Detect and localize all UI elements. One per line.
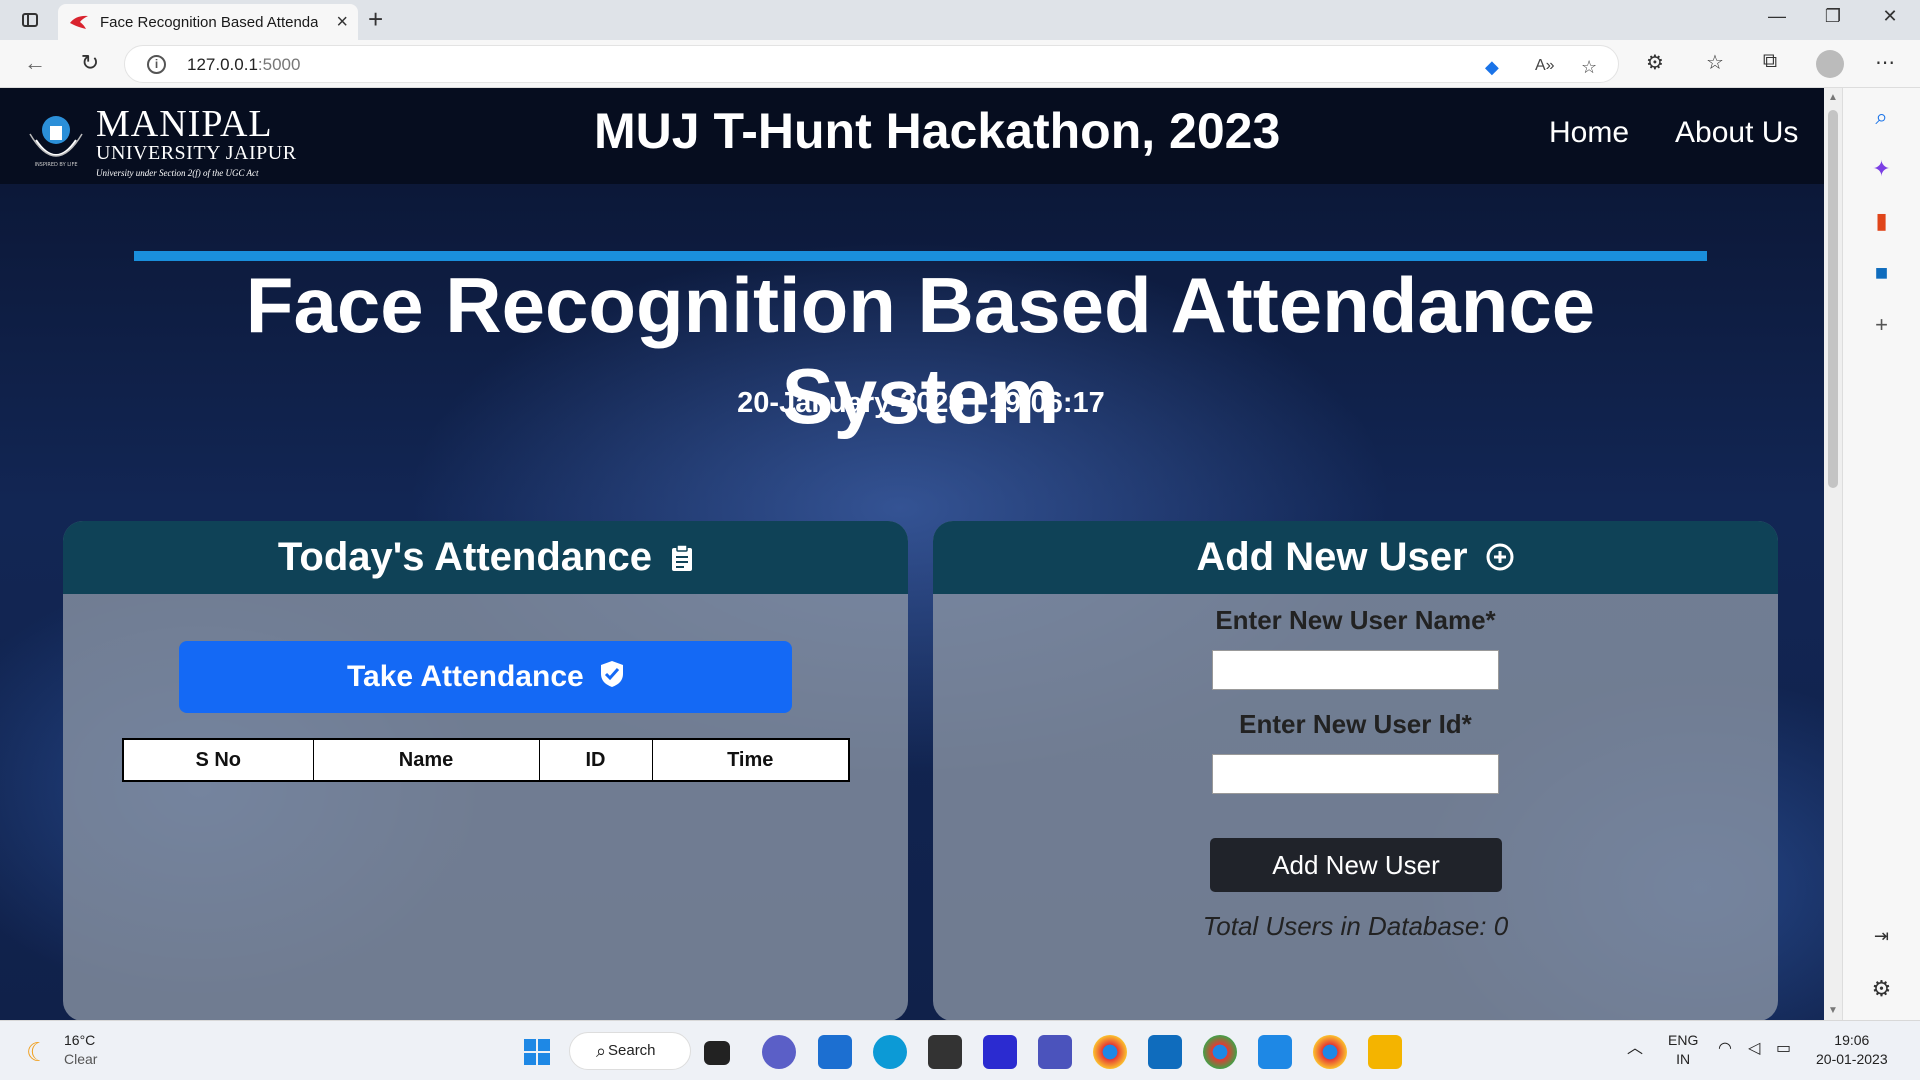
user-id-label: Enter New User Id* [1239,709,1472,739]
search-icon: ⌕ [596,1041,607,1061]
office-icon[interactable]: ▮ [1843,208,1920,234]
outlook-app-icon[interactable] [1148,1035,1182,1069]
new-tab-icon[interactable]: + [368,6,383,32]
collections-icon[interactable]: ⧉ [1755,50,1785,73]
total-users-text: Total Users in Database: 0 [1202,911,1509,941]
chat-icon[interactable] [762,1035,796,1069]
user-name-input[interactable] [1212,650,1499,690]
tab-actions-icon[interactable] [16,8,44,32]
tray-overflow-icon[interactable]: ︿ [1627,1039,1643,1058]
address-bar: ← ↻ i 127.0.0.1:5000 ◆ A» ☆ [0,40,1920,88]
shield-check-icon [601,661,624,687]
copilot-icon[interactable]: ✦ [1843,156,1920,182]
add-user-panel-header: Add New User [933,521,1778,594]
windows-taskbar: ☾ 16°C Clear ⌕ Search ︿ ENG IN ◠ ◁ ▭ 19:… [0,1020,1920,1080]
tab-favicon-icon [70,15,88,29]
shopping-tag-icon[interactable]: ◆ [1485,57,1499,78]
refresh-icon[interactable]: ↻ [75,50,105,76]
col-name: Name [312,738,540,782]
col-time: Time [651,738,850,782]
taskbar-search[interactable]: ⌕ Search [569,1032,691,1070]
more-menu-icon[interactable]: ⋯ [1870,50,1900,75]
add-new-user-button[interactable]: Add New User [1210,838,1502,892]
site-info-icon[interactable]: i [147,55,166,74]
outlook-icon[interactable]: ■ [1843,260,1920,286]
moon-icon[interactable]: ☾ [26,1037,49,1068]
university-emblem-icon: INSPIRED BY LIFE [29,116,83,168]
battery-icon[interactable]: ▭ [1776,1039,1791,1058]
plus-circle-icon [1486,543,1514,571]
task-view-icon[interactable] [704,1041,730,1065]
event-title: MUJ T-Hunt Hackathon, 2023 [594,103,1281,159]
favorites-icon[interactable]: ☆ [1700,50,1730,75]
back-icon[interactable]: ← [20,50,50,76]
wifi-icon[interactable]: ◠ [1718,1039,1732,1058]
ms-ink-icon[interactable] [983,1035,1017,1069]
url-field[interactable]: i 127.0.0.1:5000 ◆ A» ☆ [124,45,1619,83]
attendance-table: S No Name ID Time [122,738,850,782]
nav-home-link[interactable]: Home [1549,116,1629,150]
table-header-row: S No Name ID Time [122,738,850,782]
hide-sidebar-icon[interactable]: ⇥ [1843,926,1920,947]
url-text: 127.0.0.1:5000 [187,55,301,74]
edge-icon[interactable] [873,1035,907,1069]
site-header: INSPIRED BY LIFE MANIPAL UNIVERSITY JAIP… [0,88,1824,184]
teams-icon[interactable] [1038,1035,1072,1069]
clipboard-icon [672,544,693,571]
col-id: ID [538,738,653,782]
language-indicator[interactable]: ENG IN [1668,1031,1698,1069]
browser-tab[interactable]: Face Recognition Based Attendan × [58,4,358,40]
scroll-up-icon[interactable]: ▲ [1824,92,1842,103]
chrome-profile-p-icon[interactable] [1313,1035,1347,1069]
sidebar-settings-icon[interactable]: ⚙ [1843,976,1920,1002]
logo-caption: University under Section 2(f) of the UGC… [96,168,259,178]
vscode-icon[interactable] [1258,1035,1292,1069]
attendance-panel-title: Today's Attendance [277,535,652,579]
university-logo[interactable]: INSPIRED BY LIFE MANIPAL UNIVERSITY JAIP… [18,96,298,182]
user-id-input[interactable] [1212,754,1499,794]
sidebar-add-icon[interactable]: + [1843,312,1920,338]
tab-title: Face Recognition Based Attendan [100,13,318,31]
read-aloud-icon[interactable]: A» [1535,57,1555,75]
logo-title: MANIPAL [96,103,273,145]
chrome-icon[interactable] [1093,1035,1127,1069]
scroll-down-icon[interactable]: ▼ [1824,1005,1842,1016]
clock[interactable]: 19:06 20-01-2023 [1816,1031,1888,1069]
edge-sidebar: ⌕ ✦ ▮ ■ + ⇥ ⚙ [1842,88,1920,1020]
weather-widget[interactable]: 16°C Clear [64,1031,97,1069]
col-sno: S No [122,738,314,782]
minimize-icon[interactable]: — [1757,6,1797,27]
attendance-panel-header: Today's Attendance [63,521,908,594]
current-datetime: 20-January-2023 | 19:06:17 [737,387,1105,419]
take-attendance-button[interactable]: Take Attendance [179,641,792,713]
add-user-panel-title: Add New User [1196,535,1468,579]
chrome-profile-r-icon[interactable] [1203,1035,1237,1069]
start-icon[interactable] [520,1035,554,1069]
tab-close-icon[interactable]: × [336,12,348,32]
user-name-label: Enter New User Name* [1215,605,1496,635]
unity-icon[interactable] [928,1035,962,1069]
volume-icon[interactable]: ◁ [1748,1039,1760,1058]
nav-about-link[interactable]: About Us [1675,116,1798,150]
mail-icon[interactable] [818,1035,852,1069]
restore-icon[interactable]: ❐ [1813,6,1853,27]
svg-text:INSPIRED BY LIFE: INSPIRED BY LIFE [34,162,77,168]
profile-avatar[interactable] [1816,50,1844,78]
browser-tab-bar: Face Recognition Based Attendan × + — ❐ … [0,0,1920,40]
scrollbar-thumb[interactable] [1828,110,1838,488]
page-scrollbar[interactable]: ▲ ▼ [1824,88,1842,1020]
file-explorer-icon[interactable] [1368,1035,1402,1069]
attendance-panel: Today's Attendance Take Attendance S No … [63,521,908,1020]
sidebar-search-icon[interactable]: ⌕ [1843,104,1920,130]
add-user-panel: Add New User Enter New User Name* Enter … [933,521,1778,1020]
logo-subtitle: UNIVERSITY JAIPUR [96,142,297,164]
extensions-icon[interactable]: ⚙ [1640,50,1670,75]
page-viewport: INSPIRED BY LIFE MANIPAL UNIVERSITY JAIP… [0,88,1842,1020]
close-window-icon[interactable]: ✕ [1870,6,1910,27]
add-favorite-icon[interactable]: ☆ [1581,57,1597,78]
